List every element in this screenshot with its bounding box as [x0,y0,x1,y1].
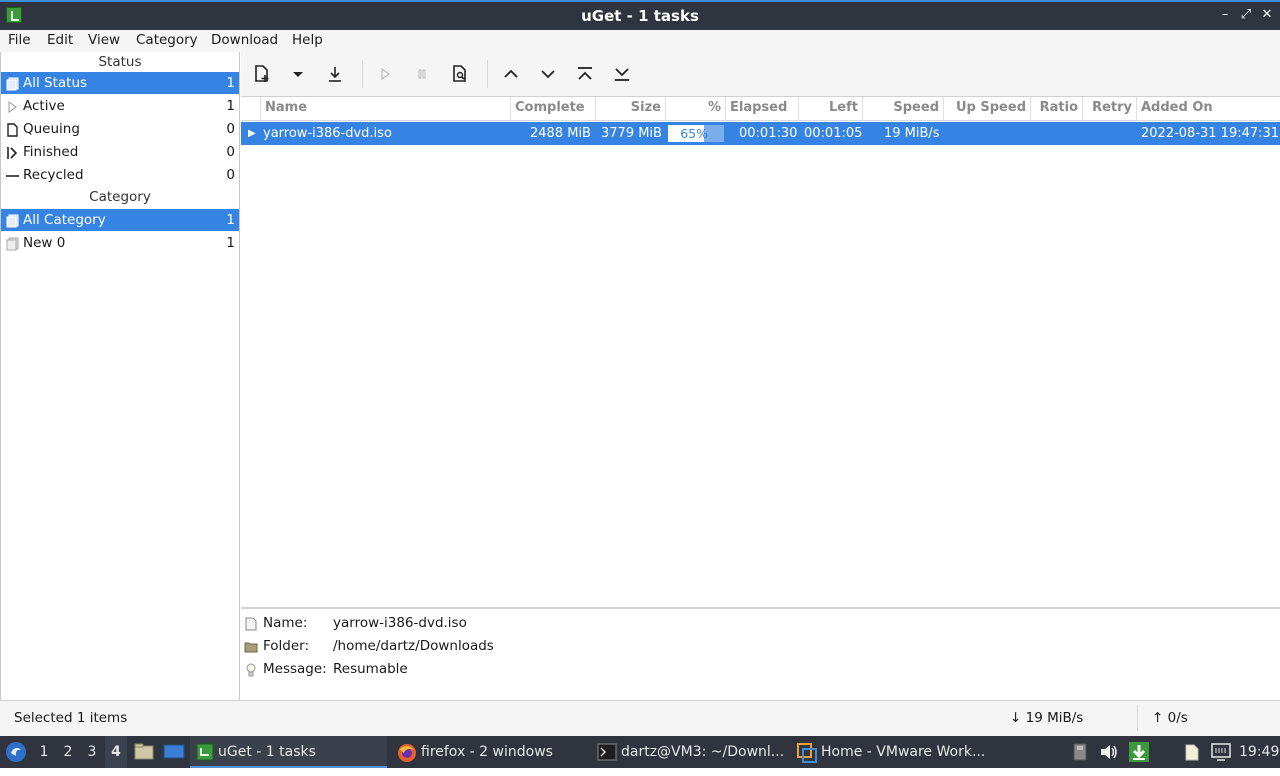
task-added-on: 2022-08-31 19:47:31 [1141,126,1280,141]
column-header-percent[interactable]: % [666,97,726,121]
workspace-3[interactable]: 3 [81,736,103,768]
column-header-complete[interactable]: Complete [511,97,596,121]
column-header-speed[interactable]: Speed [863,97,944,121]
volume-icon[interactable] [1099,736,1119,768]
properties-icon[interactable] [450,64,470,84]
taskbar: 1 2 3 4 uGet - 1 tasks firefox - 2 windo… [0,736,1280,768]
column-header-icon[interactable] [241,97,261,121]
terminal-icon [597,743,617,761]
taskbar-task-uget[interactable]: uGet - 1 tasks [190,736,387,768]
network-icon[interactable] [1210,736,1232,768]
menubar: File Edit View Category Download Help [0,30,1280,52]
sidebar-item-all-category[interactable]: All Category 1 [1,209,239,231]
sidebar-item-queuing[interactable]: Queuing 0 [1,118,239,140]
workspace-1[interactable]: 1 [33,736,55,768]
close-button[interactable]: ✕ [1259,7,1275,23]
toolbar-separator [362,60,363,88]
status-header: Status [98,54,142,70]
task-percent: 65% [680,126,708,141]
task-progress-bar: 65% [668,125,724,142]
category-header: Category [89,189,151,205]
start-play-icon[interactable] [375,64,395,84]
taskbar-task-terminal[interactable]: dartz@VM3: ~/Downl... [597,736,792,768]
dropdown-arrow-icon[interactable] [288,64,308,84]
file-manager-icon[interactable] [134,736,154,768]
taskbar-task-firefox[interactable]: firefox - 2 windows [395,736,590,768]
sidebar: Status All Status 1 Active 1 Queuing 0 F… [0,52,240,700]
task-name: yarrow-i386-dvd.iso [263,126,392,141]
upload-speed: ↑ 0/s [1152,710,1188,726]
workspace-2[interactable]: 2 [57,736,79,768]
download-icon[interactable] [325,64,345,84]
table-row[interactable]: ▶ yarrow-i386-dvd.iso 2488 MiB 3779 MiB … [241,122,1280,145]
show-desktop-icon[interactable] [163,736,185,768]
uget-tray-icon[interactable] [1128,736,1150,768]
finished-icon [6,145,19,159]
minimize-button[interactable]: – [1217,7,1233,23]
uget-icon [196,743,214,761]
task-size: 3779 MiB [601,126,662,141]
task-elapsed: 00:01:30 [739,126,798,141]
statusbar: Selected 1 items ↓ 19 MiB/s ↑ 0/s [0,700,1280,736]
sidebar-item-active[interactable]: Active 1 [1,95,239,117]
workspace-4[interactable]: 4 [105,736,127,768]
clock: 19:49 [1239,744,1280,760]
start-menu-icon[interactable] [4,736,30,768]
toolbar-separator [487,60,488,88]
recycled-icon [6,168,19,182]
firefox-icon [397,743,416,762]
column-header-left[interactable]: Left [799,97,863,121]
column-header-retry[interactable]: Retry [1083,97,1137,121]
menu-category[interactable]: Category [136,32,198,48]
task-complete: 2488 MiB [530,126,591,141]
file-icon [244,616,258,631]
download-speed: ↓ 19 MiB/s [1010,710,1084,726]
details-pane: Name: yarrow-i386-dvd.iso Folder: /home/… [241,607,1280,700]
task-list[interactable]: Name Complete Size % Elapsed Left Speed … [241,96,1280,606]
selected-count: Selected 1 items [14,710,128,726]
sidebar-item-finished[interactable]: Finished 0 [1,141,239,163]
menu-download[interactable]: Download [211,32,278,48]
task-play-icon: ▶ [248,128,256,139]
active-play-icon [6,99,19,113]
queuing-doc-icon [6,122,19,137]
new-download-icon[interactable] [252,64,272,84]
all-status-icon [6,76,19,91]
sidebar-item-new-0[interactable]: New 0 1 [1,232,239,254]
column-header-elapsed[interactable]: Elapsed [726,97,799,121]
column-header-ratio[interactable]: Ratio [1031,97,1083,121]
menu-help[interactable]: Help [292,32,323,48]
menu-view[interactable]: View [88,32,120,48]
vmware-icon [797,743,817,763]
menu-edit[interactable]: Edit [47,32,73,48]
menu-file[interactable]: File [8,32,31,48]
window-title: uGet - 1 tasks [581,7,699,25]
column-headers: Name Complete Size % Elapsed Left Speed … [241,97,1280,121]
all-category-icon [6,213,19,228]
column-header-size[interactable]: Size [596,97,666,121]
maximize-button[interactable]: ⤢ [1238,7,1254,23]
move-down-icon[interactable] [538,64,558,84]
move-bottom-icon[interactable] [612,64,632,84]
category-icon [6,236,19,251]
sidebar-item-all-status[interactable]: All Status 1 [1,72,239,94]
taskbar-task-vmware[interactable]: Home - VMware Work... [797,736,992,768]
column-header-name[interactable]: Name [261,97,511,121]
lightbulb-icon [244,662,258,677]
task-speed: 19 MiB/s [884,126,940,141]
pause-icon[interactable] [412,64,432,84]
sidebar-item-recycled[interactable]: Recycled 0 [1,164,239,186]
removable-drive-icon[interactable] [1072,736,1090,768]
window-titlebar: uGet - 1 tasks – ⤢ ✕ [0,0,1280,30]
move-up-icon[interactable] [501,64,521,84]
column-header-added-on[interactable]: Added On [1137,97,1280,121]
toolbar [241,52,1280,96]
statusbar-separator [1137,705,1138,731]
column-header-up-speed[interactable]: Up Speed [944,97,1031,121]
folder-icon [244,639,258,653]
task-left: 00:01:05 [804,126,863,141]
clipboard-icon[interactable] [1183,736,1203,768]
move-top-icon[interactable] [575,64,595,84]
